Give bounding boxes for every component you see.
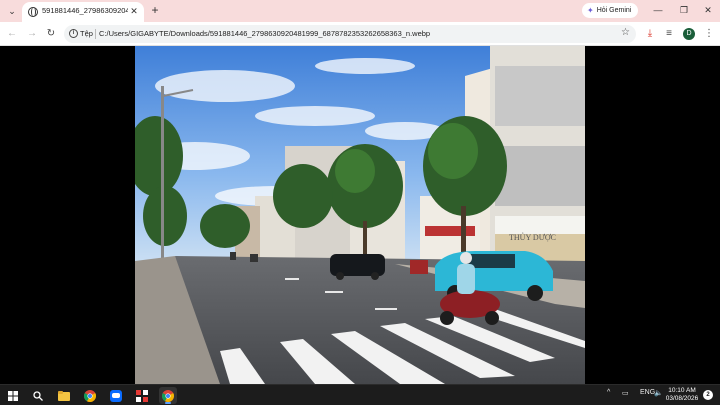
- windows-taskbar: ^ ▭ ENG 🔈 10:10 AM 03/08/2026 2: [0, 384, 720, 405]
- browser-menu-icon[interactable]: ⋮: [702, 27, 716, 41]
- profile-avatar[interactable]: D: [683, 28, 695, 40]
- reload-button[interactable]: ↻: [43, 26, 59, 42]
- taskbar-zalo[interactable]: [107, 387, 125, 404]
- globe-icon: [28, 7, 38, 17]
- clock-time: 10:10 AM: [668, 387, 696, 394]
- address-bar[interactable]: i Tệp C:/Users/GIGABYTE/Downloads/591881…: [64, 25, 636, 43]
- browser-toolbar: ← → ↻ i Tệp C:/Users/GIGABYTE/Downloads/…: [0, 22, 720, 46]
- back-button[interactable]: ←: [4, 26, 20, 42]
- network-icon[interactable]: ▭: [622, 389, 629, 397]
- minimize-button[interactable]: —: [650, 3, 666, 17]
- app-grid-icon: [136, 389, 148, 402]
- zalo-icon: [110, 389, 122, 402]
- tab-strip: ⌄ 591881446_2798630920481999_68787823532…: [0, 0, 720, 22]
- tab-title: 591881446_2798630920481999_6878782353262…: [42, 6, 128, 15]
- maximize-button[interactable]: ❐: [676, 3, 692, 17]
- taskbar-app-grid[interactable]: [133, 387, 151, 404]
- clock-date: 03/08/2026: [665, 395, 699, 402]
- notification-badge[interactable]: 2: [703, 390, 713, 400]
- gemini-sparkle-icon: ✦: [587, 6, 594, 15]
- taskbar-chrome[interactable]: [81, 387, 99, 404]
- tray-chevron-icon[interactable]: ^: [607, 389, 610, 396]
- chrome-profile-icon: [162, 389, 174, 402]
- info-icon[interactable]: i: [69, 29, 78, 38]
- start-button[interactable]: [4, 387, 22, 404]
- shop-sign-text: THỦY DƯỢC: [509, 232, 556, 242]
- tab-image[interactable]: 591881446_2798630920481999_6878782353262…: [22, 2, 144, 22]
- url-text[interactable]: C:/Users/GIGABYTE/Downloads/591881446_27…: [99, 29, 430, 38]
- street-scene-image: THỦY DƯỢC: [135, 46, 585, 384]
- forward-button[interactable]: →: [24, 26, 40, 42]
- chrome-icon: [84, 389, 96, 402]
- file-chip-label: Tệp: [80, 29, 93, 38]
- taskbar-chrome-active[interactable]: [159, 387, 177, 404]
- media-controls-icon[interactable]: ≡: [662, 27, 676, 41]
- tab-search-button[interactable]: ⌄: [4, 3, 20, 19]
- close-window-button[interactable]: ✕: [700, 3, 716, 17]
- clock[interactable]: 10:10 AM 03/08/2026: [664, 387, 700, 403]
- download-icon[interactable]: ⤓: [643, 27, 657, 41]
- street-photo: THỦY DƯỢC: [135, 46, 585, 384]
- search-icon: [33, 390, 43, 401]
- new-tab-button[interactable]: +: [148, 3, 162, 17]
- language-indicator[interactable]: ENG: [640, 389, 655, 396]
- omnibox-divider: [95, 29, 96, 39]
- ask-gemini-button[interactable]: ✦ Hỏi Gemini: [582, 3, 638, 18]
- browser-window: ⌄ 591881446_2798630920481999_68787823532…: [0, 0, 720, 384]
- tab-close-button[interactable]: ✕: [128, 5, 140, 17]
- ask-gemini-label: Hỏi Gemini: [596, 7, 632, 14]
- search-button[interactable]: [29, 387, 47, 404]
- volume-icon[interactable]: 🔈: [654, 389, 663, 397]
- taskbar-file-explorer[interactable]: [55, 387, 73, 404]
- windows-logo-icon: [8, 390, 18, 401]
- folder-icon: [58, 390, 70, 401]
- bookmark-star-icon[interactable]: ☆: [621, 27, 630, 38]
- image-viewer: THỦY DƯỢC: [0, 46, 720, 384]
